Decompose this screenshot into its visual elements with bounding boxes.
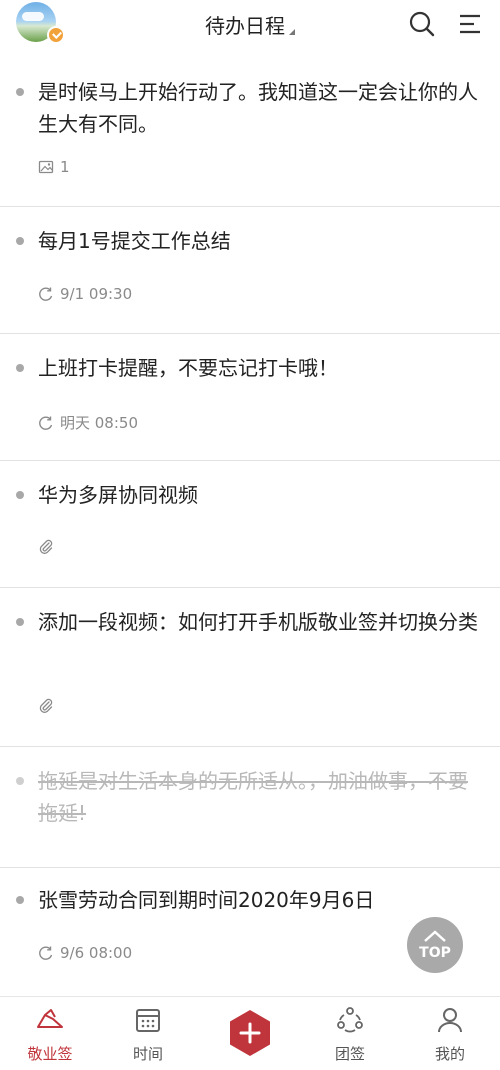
nav-label: 团签 bbox=[334, 1045, 365, 1063]
bullet-icon bbox=[16, 237, 24, 245]
reminder-time: 明天 08:50 bbox=[60, 414, 138, 432]
list-item[interactable]: 每月1号提交工作总结 9/1 09:30 bbox=[0, 207, 500, 334]
nav-item-profile[interactable]: 我的 bbox=[400, 1005, 500, 1064]
page-title: 待办日程 bbox=[205, 14, 285, 38]
app-header: 待办日程 bbox=[0, 0, 500, 58]
attachment-icon bbox=[39, 539, 53, 554]
repeat-clock-icon bbox=[39, 946, 53, 960]
todo-list: 是时候马上开始行动了。我知道这一定会让你的人生大有不同。 1 每月1号提交工作总… bbox=[0, 58, 500, 998]
bullet-icon bbox=[16, 491, 24, 499]
reminder-time: 9/1 09:30 bbox=[60, 285, 133, 303]
item-text: 是时候马上开始行动了。我知道这一定会让你的人生大有不同。 bbox=[38, 80, 478, 136]
scroll-top-label: TOP bbox=[419, 945, 451, 961]
item-meta: 明天 08:50 bbox=[38, 412, 138, 433]
calendar-icon bbox=[136, 1009, 160, 1032]
bullet-icon bbox=[16, 777, 24, 785]
nav-label: 时间 bbox=[132, 1045, 163, 1063]
add-icon[interactable] bbox=[226, 1009, 274, 1057]
nav-item-time[interactable]: 时间 bbox=[98, 1005, 198, 1064]
item-meta: 9/6 08:00 bbox=[38, 944, 132, 962]
dropdown-caret-icon bbox=[289, 29, 295, 35]
item-text: 拖延是对生活本身的无所适从。，加油做事，不要拖延! bbox=[38, 769, 468, 825]
item-meta bbox=[38, 698, 54, 714]
list-item[interactable]: 上班打卡提醒，不要忘记打卡哦！ 明天 08:50 bbox=[0, 334, 500, 461]
bullet-icon bbox=[16, 364, 24, 372]
item-meta: 9/1 09:30 bbox=[38, 285, 132, 303]
item-text: 华为多屏协同视频 bbox=[38, 483, 198, 507]
menu-icon[interactable] bbox=[456, 10, 484, 38]
image-icon bbox=[38, 160, 54, 174]
nav-item-notes[interactable]: 敬业签 bbox=[0, 1005, 100, 1064]
scroll-top-button[interactable]: TOP bbox=[407, 917, 463, 973]
repeat-clock-icon bbox=[39, 416, 53, 430]
notes-icon bbox=[37, 1009, 63, 1028]
item-meta bbox=[38, 539, 54, 555]
list-item[interactable]: 是时候马上开始行动了。我知道这一定会让你的人生大有不同。 1 bbox=[0, 58, 500, 207]
list-item-completed[interactable]: 拖延是对生活本身的无所适从。，加油做事，不要拖延! bbox=[0, 747, 500, 868]
bullet-icon bbox=[16, 896, 24, 904]
nav-item-team[interactable]: 团签 bbox=[300, 1005, 400, 1064]
search-icon[interactable] bbox=[408, 10, 436, 38]
item-text: 张雪劳动合同到期时间2020年9月6日 bbox=[38, 888, 375, 912]
nav-label: 我的 bbox=[434, 1045, 465, 1063]
item-text: 添加一段视频：如何打开手机版敬业签并切换分类 bbox=[38, 610, 478, 634]
item-text: 每月1号提交工作总结 bbox=[38, 229, 231, 253]
item-meta: 1 bbox=[38, 158, 70, 176]
bottom-nav: 敬业签 时间 团签 我的 bbox=[0, 996, 500, 1070]
list-item[interactable]: 华为多屏协同视频 bbox=[0, 461, 500, 588]
nav-label: 敬业签 bbox=[27, 1045, 73, 1063]
chevron-up-icon bbox=[424, 930, 446, 942]
reminder-time: 9/6 08:00 bbox=[60, 944, 133, 962]
list-item[interactable]: 添加一段视频：如何打开手机版敬业签并切换分类 bbox=[0, 588, 500, 747]
attachment-icon bbox=[39, 698, 53, 713]
image-count: 1 bbox=[60, 158, 70, 176]
item-text: 上班打卡提醒，不要忘记打卡哦！ bbox=[38, 356, 338, 380]
repeat-clock-icon bbox=[39, 287, 53, 301]
profile-icon bbox=[438, 1008, 462, 1033]
bullet-icon bbox=[16, 618, 24, 626]
team-icon bbox=[337, 1007, 363, 1033]
bullet-icon bbox=[16, 88, 24, 96]
